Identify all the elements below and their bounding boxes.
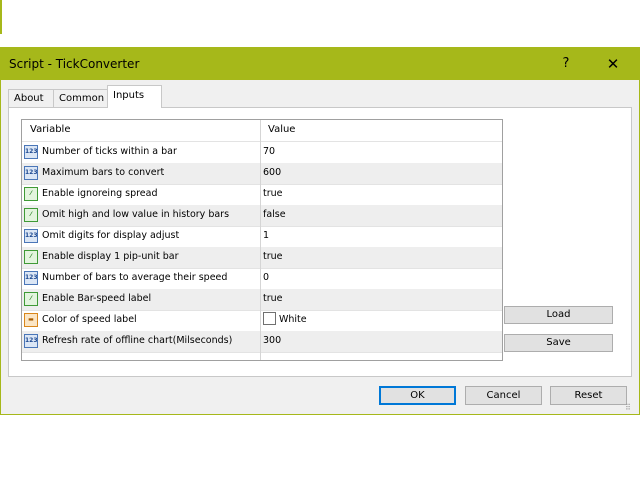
- corner-accent: [0, 0, 2, 34]
- header-value[interactable]: Value: [268, 124, 295, 135]
- table-row[interactable]: ▬ Color of speed label White: [22, 310, 502, 332]
- column-divider[interactable]: [260, 120, 261, 360]
- table-row[interactable]: ⁄ Enable display 1 pip-unit bar true: [22, 247, 502, 269]
- row-value[interactable]: 600: [263, 167, 281, 178]
- row-label: Number of bars to average their speed: [42, 272, 228, 283]
- row-label: Maximum bars to convert: [42, 167, 165, 178]
- color-icon: ▬: [24, 313, 38, 327]
- row-label: Number of ticks within a bar: [42, 146, 177, 157]
- row-label: Enable Bar-speed label: [42, 293, 152, 304]
- table-row[interactable]: 123 Number of bars to average their spee…: [22, 268, 502, 290]
- table-row[interactable]: 123 Number of ticks within a bar 70: [22, 142, 502, 164]
- row-label: Enable ignoreing spread: [42, 188, 158, 199]
- title-bar[interactable]: Script - TickConverter ? ✕: [1, 48, 639, 80]
- cancel-button[interactable]: Cancel: [465, 386, 542, 405]
- tab-about[interactable]: About: [8, 89, 55, 108]
- inputs-grid: Variable Value 123 Number of ticks withi…: [21, 119, 503, 361]
- reset-button[interactable]: Reset: [550, 386, 627, 405]
- numeric-icon: 123: [24, 166, 38, 180]
- numeric-icon: 123: [24, 229, 38, 243]
- row-value[interactable]: 1: [263, 230, 269, 241]
- tab-inputs[interactable]: Inputs: [107, 85, 162, 108]
- row-label: Omit digits for display adjust: [42, 230, 180, 241]
- table-row[interactable]: 123 Refresh rate of offline chart(Milsec…: [22, 331, 502, 353]
- row-value[interactable]: 300: [263, 335, 281, 346]
- save-button[interactable]: Save: [504, 334, 613, 352]
- table-row[interactable]: ⁄ Enable Bar-speed label true: [22, 289, 502, 311]
- color-swatch[interactable]: [263, 312, 276, 325]
- row-value: White: [279, 314, 307, 325]
- row-value[interactable]: true: [263, 293, 283, 304]
- help-button[interactable]: ?: [552, 52, 580, 76]
- row-value[interactable]: 70: [263, 146, 275, 157]
- table-row[interactable]: ⁄ Omit high and low value in history bar…: [22, 205, 502, 227]
- row-value[interactable]: 0: [263, 272, 269, 283]
- boolean-icon: ⁄: [24, 292, 38, 306]
- row-value[interactable]: true: [263, 251, 283, 262]
- color-picker-value[interactable]: White: [263, 312, 307, 325]
- tab-common[interactable]: Common: [53, 89, 114, 108]
- close-icon[interactable]: ✕: [599, 52, 627, 76]
- boolean-icon: ⁄: [24, 250, 38, 264]
- load-button[interactable]: Load: [504, 306, 613, 324]
- row-label: Refresh rate of offline chart(Milseconds…: [42, 335, 233, 346]
- numeric-icon: 123: [24, 271, 38, 285]
- boolean-icon: ⁄: [24, 208, 38, 222]
- row-value[interactable]: true: [263, 188, 283, 199]
- window-title: Script - TickConverter: [9, 57, 140, 71]
- row-value[interactable]: false: [263, 209, 286, 220]
- numeric-icon: 123: [24, 145, 38, 159]
- ok-button[interactable]: OK: [379, 386, 456, 405]
- row-label: Enable display 1 pip-unit bar: [42, 251, 179, 262]
- script-dialog: Script - TickConverter ? ✕ About Common …: [0, 47, 640, 415]
- header-variable[interactable]: Variable: [30, 124, 71, 135]
- resize-grip-icon[interactable]: ⠿: [625, 403, 635, 413]
- row-label: Omit high and low value in history bars: [42, 209, 230, 220]
- table-row[interactable]: ⁄ Enable ignoreing spread true: [22, 184, 502, 206]
- numeric-icon: 123: [24, 334, 38, 348]
- table-row[interactable]: 123 Maximum bars to convert 600: [22, 163, 502, 185]
- table-row[interactable]: 123 Omit digits for display adjust 1: [22, 226, 502, 248]
- boolean-icon: ⁄: [24, 187, 38, 201]
- row-label: Color of speed label: [42, 314, 137, 325]
- grid-header: Variable Value: [22, 120, 502, 142]
